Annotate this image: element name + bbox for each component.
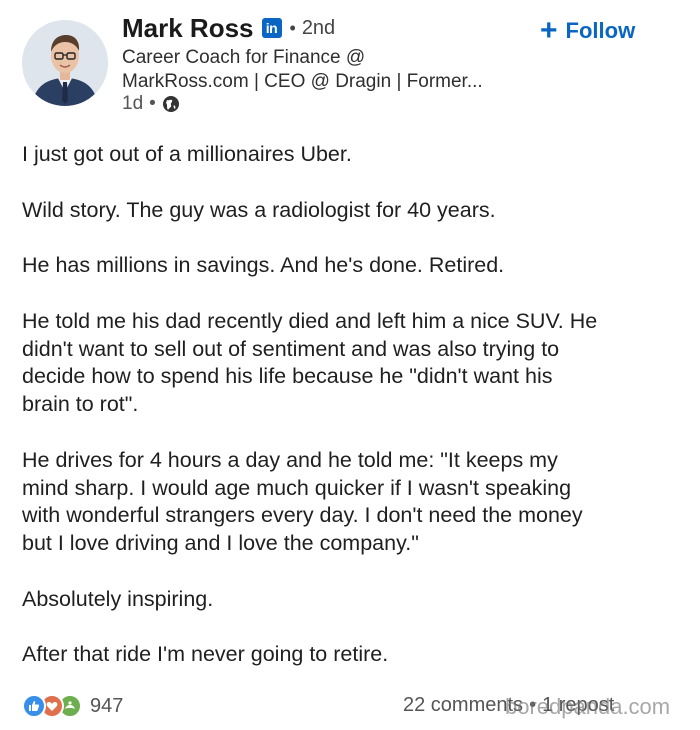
follow-label: Follow bbox=[565, 18, 636, 43]
post-paragraph: He has millions in savings. And he's don… bbox=[22, 253, 505, 278]
avatar[interactable] bbox=[22, 20, 108, 106]
post-paragraph: After that ride I'm never going to retir… bbox=[22, 642, 389, 667]
headline-line: Career Coach for Finance @ bbox=[122, 47, 366, 68]
post-paragraph: Wild story. The guy was a radiologist fo… bbox=[22, 197, 496, 222]
linkedin-icon: in bbox=[261, 18, 282, 38]
follow-button[interactable]: + Follow bbox=[540, 14, 636, 47]
headline-line: MarkRoss.com | CEO @ Dragin | Former... bbox=[122, 71, 483, 92]
author-headline: Career Coach for Finance @ MarkRoss.com … bbox=[122, 46, 522, 94]
globe-icon bbox=[162, 95, 180, 113]
profile-photo bbox=[22, 20, 108, 106]
reactions-summary[interactable]: 947 bbox=[22, 694, 123, 718]
plus-icon: + bbox=[540, 14, 558, 47]
reaction-count: 947 bbox=[90, 694, 124, 717]
post-paragraph: I just got out of a millionaires Uber. bbox=[22, 142, 352, 166]
author-name[interactable]: Mark Ross bbox=[122, 13, 254, 44]
separator-dot: • bbox=[149, 93, 156, 114]
watermark: boredpanda.com bbox=[505, 694, 671, 719]
post-meta: 1d • bbox=[122, 93, 180, 115]
post-time: 1d bbox=[122, 93, 144, 114]
connection-degree: 2nd bbox=[301, 16, 336, 39]
post-paragraph: He drives for 4 hours a day and he told … bbox=[22, 447, 583, 556]
linkedin-post: Mark Ross in • 2nd Career Coach for Fina… bbox=[0, 0, 700, 730]
separator-dot: • bbox=[289, 17, 296, 38]
post-paragraph: He told me his dad recently died and lef… bbox=[22, 308, 598, 417]
like-icon bbox=[22, 694, 46, 718]
post-paragraph: Absolutely inspiring. bbox=[22, 586, 214, 611]
author-name-row: Mark Ross in • 2nd bbox=[122, 12, 335, 44]
post-content: I just got out of a millionaires Uber. W… bbox=[22, 141, 682, 697]
